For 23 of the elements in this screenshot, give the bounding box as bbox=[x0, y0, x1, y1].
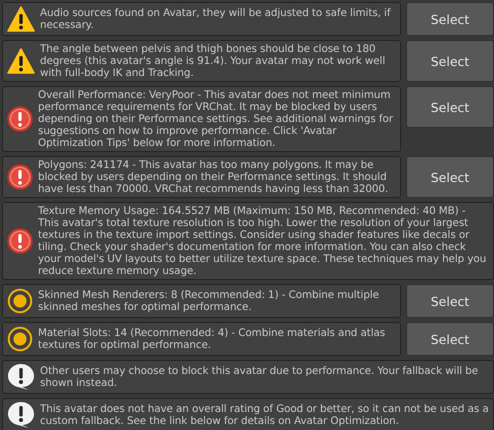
warning-icon bbox=[7, 6, 35, 32]
message-text: Overall Performance: VeryPoor - This avatar does not meet minimum performance requirements for VRChat. It may be blocked by users depending on their Performance settings. See additional warnings for suggestions on how to improve performance. Click 'Avatar Optimization Tips' below for more information. bbox=[38, 89, 394, 149]
speech-bubble-icon bbox=[7, 363, 35, 391]
error-icon bbox=[7, 106, 33, 132]
select-button[interactable]: Select bbox=[406, 284, 494, 318]
message-text: Texture Memory Usage: 164.5527 MB (Maximum: 150 MB, Recommended: 40 MB) - This avatar's total texture resolution is too high. Lower the resolution of your largest textures in the texture import settings. Consider using shader features like decals or tiling. Check your shader's documentation for more information. You can also check your model's UV layouts to better utilize texture space. These techniques may help you reduce texture memory usage. bbox=[38, 205, 488, 277]
message-text: Skinned Mesh Renderers: 8 (Recommended: 1) - Combine multiple skinned meshes for optimal performance. bbox=[38, 289, 380, 313]
message-text: Polygons: 241174 - This avatar has too many polygons. It may be blocked by users depending on their Performance settings. It should have less than 70000. VRChat recommends having less than 32000. bbox=[38, 159, 390, 195]
error-icon bbox=[7, 228, 33, 254]
select-button[interactable]: Select bbox=[406, 2, 494, 36]
message-text: This avatar does not have an overall rating of Good or better, so it can not be used as a custom fallback. See the link below for details on Avatar Optimization. bbox=[40, 403, 489, 427]
select-button[interactable]: Select bbox=[406, 40, 494, 82]
message-text: The angle between pelvis and thigh bones should be close to 180 degrees (this avatar's angle is 91.4). Your avatar may not work well with full-body IK and Tracking. bbox=[40, 43, 386, 79]
error-icon bbox=[7, 164, 33, 190]
circle-dot-icon bbox=[7, 288, 33, 314]
circle-dot-icon bbox=[7, 326, 33, 352]
select-button[interactable]: Select bbox=[406, 322, 494, 356]
select-button[interactable]: Select bbox=[406, 86, 494, 128]
warning-icon bbox=[7, 48, 35, 74]
message-text: Audio sources found on Avatar, they will be adjusted to safe limits, if necessary. bbox=[40, 7, 392, 31]
select-button[interactable]: Select bbox=[406, 156, 494, 198]
message-text: Material Slots: 14 (Recommended: 4) - Combine materials and atlas textures for optimal performance. bbox=[38, 327, 386, 351]
message-text: Other users may choose to block this avatar due to performance. Your fallback will be shown instead. bbox=[40, 365, 480, 389]
